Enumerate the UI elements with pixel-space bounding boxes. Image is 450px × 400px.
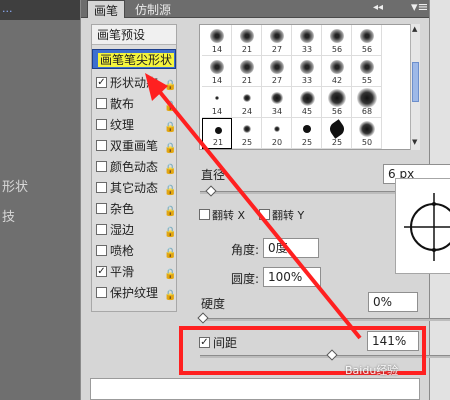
watermark: Baidu经验: [345, 364, 399, 377]
annotation-arrow: [145, 73, 362, 340]
